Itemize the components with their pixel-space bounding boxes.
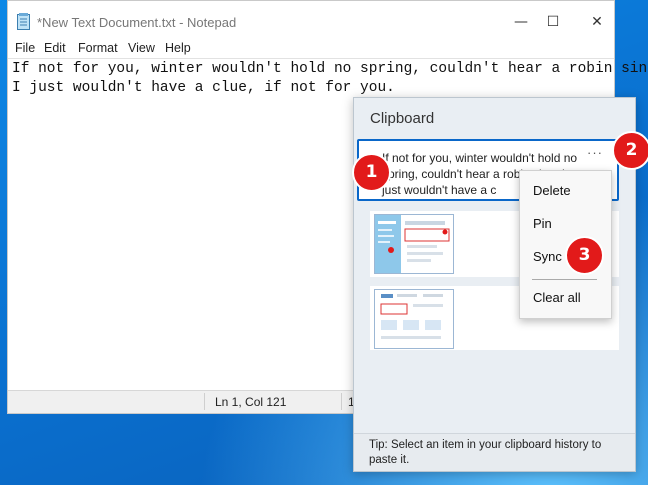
clipboard-image-thumbnail: [374, 289, 454, 349]
menu-item-sync[interactable]: Sync: [533, 249, 562, 264]
cursor-position: Ln 1, Col 121: [215, 395, 287, 409]
close-button[interactable]: ✕: [582, 9, 612, 35]
step-badge-3: 3: [565, 236, 604, 275]
menu-edit[interactable]: Edit: [44, 41, 66, 55]
menu-separator: [532, 279, 597, 280]
minimize-button[interactable]: —: [506, 9, 536, 35]
menu-format[interactable]: Format: [78, 41, 118, 55]
menu-file[interactable]: File: [15, 41, 35, 55]
status-separator: [341, 393, 342, 410]
menu-item-delete[interactable]: Delete: [533, 183, 571, 198]
clipboard-image-thumbnail: [374, 214, 454, 274]
menu-item-pin[interactable]: Pin: [533, 216, 552, 231]
clipboard-title: Clipboard: [370, 110, 435, 127]
clipboard-tip: Tip: Select an item in your clipboard hi…: [354, 433, 635, 471]
editor-line-1: If not for you, winter wouldn't hold no …: [12, 61, 648, 77]
notepad-icon: [17, 13, 30, 30]
more-options-button[interactable]: ···: [587, 145, 603, 160]
menu-view[interactable]: View: [128, 41, 155, 55]
window-title: *New Text Document.txt - Notepad: [37, 15, 237, 30]
menu-help[interactable]: Help: [165, 41, 191, 55]
editor-line-2: I just wouldn't have a clue, if not for …: [12, 80, 395, 96]
menu-item-clear-all[interactable]: Clear all: [533, 290, 581, 305]
maximize-button[interactable]: ☐: [538, 9, 568, 35]
step-badge-2: 2: [612, 131, 648, 170]
menu-bar: File Edit Format View Help: [8, 39, 614, 59]
step-badge-1: 1: [352, 153, 391, 192]
title-bar[interactable]: *New Text Document.txt - Notepad — ☐ ✕: [8, 1, 614, 44]
status-separator: [204, 393, 205, 410]
